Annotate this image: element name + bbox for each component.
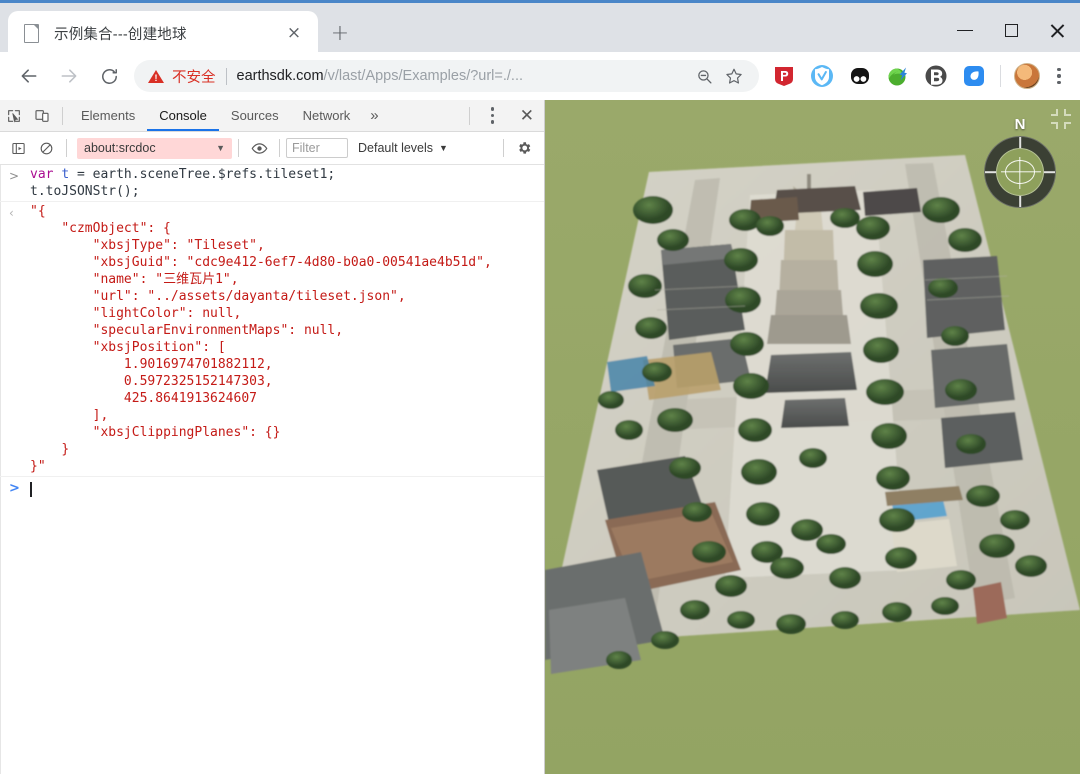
devtools-tabbar-right: ✕ bbox=[463, 102, 544, 130]
divider bbox=[279, 139, 280, 157]
tab-network[interactable]: Network bbox=[291, 100, 363, 131]
divider bbox=[468, 106, 470, 125]
back-button[interactable] bbox=[12, 59, 46, 93]
code-rest-line1: = earth.sceneTree.$refs.tileset1; bbox=[69, 167, 336, 182]
omnibox-divider bbox=[225, 67, 227, 85]
extension-v-shield-icon[interactable] bbox=[808, 62, 836, 90]
devtools-tabbar: Elements Console Sources Network » ✕ bbox=[0, 100, 544, 132]
extension-dual-dot-icon[interactable] bbox=[846, 62, 874, 90]
console-output[interactable]: > var t = earth.sceneTree.$refs.tileset1… bbox=[0, 165, 544, 774]
clear-console-icon[interactable] bbox=[32, 134, 60, 162]
address-bar[interactable]: 不安全 earthsdk.com/v/last/Apps/Examples/?u… bbox=[134, 60, 759, 92]
url-text: earthsdk.com/v/last/Apps/Examples/?url=.… bbox=[237, 68, 524, 84]
dots-vertical-icon[interactable] bbox=[480, 102, 506, 130]
console-prompt[interactable]: > bbox=[0, 477, 544, 501]
extension-pdf-icon[interactable] bbox=[770, 62, 798, 90]
tab-title: 示例集合---创建地球 bbox=[54, 26, 187, 43]
extension-bitbrowser-icon[interactable] bbox=[922, 62, 950, 90]
new-tab-button[interactable]: + bbox=[327, 22, 353, 48]
minimize-button[interactable] bbox=[942, 6, 988, 55]
close-devtools-icon[interactable]: ✕ bbox=[510, 106, 544, 126]
extension-blue-leaf-icon[interactable] bbox=[960, 62, 988, 90]
warning-triangle-icon bbox=[148, 69, 164, 83]
close-icon[interactable]: × bbox=[284, 23, 304, 43]
forward-button[interactable] bbox=[52, 59, 86, 93]
divider bbox=[62, 106, 63, 125]
close-window-button[interactable] bbox=[1034, 6, 1080, 55]
text-caret bbox=[30, 481, 32, 497]
code-variable: t bbox=[61, 167, 70, 182]
execution-context-select[interactable]: about:srcdoc ▼ bbox=[77, 137, 232, 159]
inspect-element-icon[interactable] bbox=[0, 102, 28, 130]
star-icon[interactable] bbox=[721, 63, 747, 89]
console-output-value: "{ "czmObject": { "xbsjType": "Tileset",… bbox=[30, 204, 492, 474]
more-tabs-button[interactable]: » bbox=[362, 107, 386, 124]
compass-tick-north bbox=[1019, 137, 1021, 148]
reload-button[interactable] bbox=[92, 59, 126, 93]
window-controls bbox=[942, 6, 1080, 55]
extension-toolbar bbox=[765, 62, 1080, 90]
reload-icon bbox=[101, 68, 117, 84]
compass-navigation-widget[interactable]: N bbox=[984, 116, 1056, 208]
devtools-panel: Elements Console Sources Network » ✕ abo… bbox=[0, 100, 545, 774]
omnibox-actions bbox=[691, 63, 759, 89]
kebab-menu-icon[interactable] bbox=[1046, 62, 1072, 90]
tab-console[interactable]: Console bbox=[147, 100, 219, 131]
prompt-arrow-icon: > bbox=[9, 481, 20, 496]
chevron-down-icon: ▼ bbox=[216, 143, 225, 153]
divider bbox=[66, 139, 67, 157]
console-output-message: ‹ "{ "czmObject": { "xbsjType": "Tileset… bbox=[0, 202, 544, 477]
avatar[interactable] bbox=[1014, 63, 1040, 89]
tab-sources[interactable]: Sources bbox=[219, 100, 291, 131]
arrow-right-icon bbox=[61, 69, 77, 83]
url-path: /v/last/Apps/Examples/?url=./... bbox=[323, 68, 524, 84]
toolbar-divider bbox=[1000, 65, 1001, 87]
console-input-message: > var t = earth.sceneTree.$refs.tileset1… bbox=[0, 165, 544, 202]
browser-toolbar: 不安全 earthsdk.com/v/last/Apps/Examples/?u… bbox=[0, 52, 1080, 100]
collapse-fullscreen-icon[interactable] bbox=[1048, 106, 1074, 132]
code-keyword: var bbox=[30, 167, 54, 182]
divider bbox=[503, 139, 504, 157]
device-toolbar-icon[interactable] bbox=[28, 102, 56, 130]
minimize-icon bbox=[957, 29, 973, 32]
maximize-button[interactable] bbox=[988, 6, 1034, 55]
execution-context-label: about:srcdoc bbox=[84, 141, 156, 155]
search-minus-icon[interactable] bbox=[691, 63, 717, 89]
tab-elements[interactable]: Elements bbox=[69, 100, 147, 131]
url-host: earthsdk.com bbox=[236, 68, 324, 84]
console-filter-right bbox=[497, 134, 544, 162]
document-icon bbox=[24, 24, 40, 43]
settings-gear-icon[interactable] bbox=[510, 134, 538, 162]
console-sidebar-icon[interactable] bbox=[4, 134, 32, 162]
compass-tick-west bbox=[985, 171, 996, 173]
compass-north-label: N bbox=[1014, 116, 1026, 133]
code-line2: t.toJSONStr(); bbox=[30, 184, 140, 199]
input-arrow-icon: > bbox=[9, 169, 20, 183]
security-status-label[interactable]: 不安全 bbox=[172, 66, 216, 87]
console-input-code: var t = earth.sceneTree.$refs.tileset1; … bbox=[30, 166, 544, 200]
compass-tick-east bbox=[1044, 171, 1055, 173]
browser-window: 示例集合---创建地球 × + 不安全 bbox=[0, 0, 1080, 774]
console-filter-bar: about:srcdoc ▼ Filter Default levels ▼ bbox=[0, 132, 544, 165]
output-arrow-icon: ‹ bbox=[9, 206, 14, 220]
browser-tab[interactable]: 示例集合---创建地球 × bbox=[8, 11, 318, 55]
tab-strip: 示例集合---创建地球 × + bbox=[0, 0, 1080, 55]
log-levels-select[interactable]: Default levels ▼ bbox=[358, 141, 448, 155]
compass-tick-south bbox=[1019, 196, 1021, 207]
close-window-icon bbox=[1049, 23, 1065, 39]
divider bbox=[238, 139, 239, 157]
log-levels-label: Default levels bbox=[358, 141, 434, 155]
maximize-icon bbox=[1004, 24, 1018, 37]
extension-download-manager-icon[interactable] bbox=[884, 62, 912, 90]
filter-input[interactable]: Filter bbox=[286, 138, 348, 158]
chevron-down-icon: ▼ bbox=[439, 143, 448, 153]
3d-viewport[interactable]: N bbox=[545, 100, 1080, 774]
arrow-left-icon bbox=[21, 69, 37, 83]
live-expression-eye-icon[interactable] bbox=[245, 134, 273, 162]
compass-center-crosshair[interactable] bbox=[1005, 160, 1035, 184]
